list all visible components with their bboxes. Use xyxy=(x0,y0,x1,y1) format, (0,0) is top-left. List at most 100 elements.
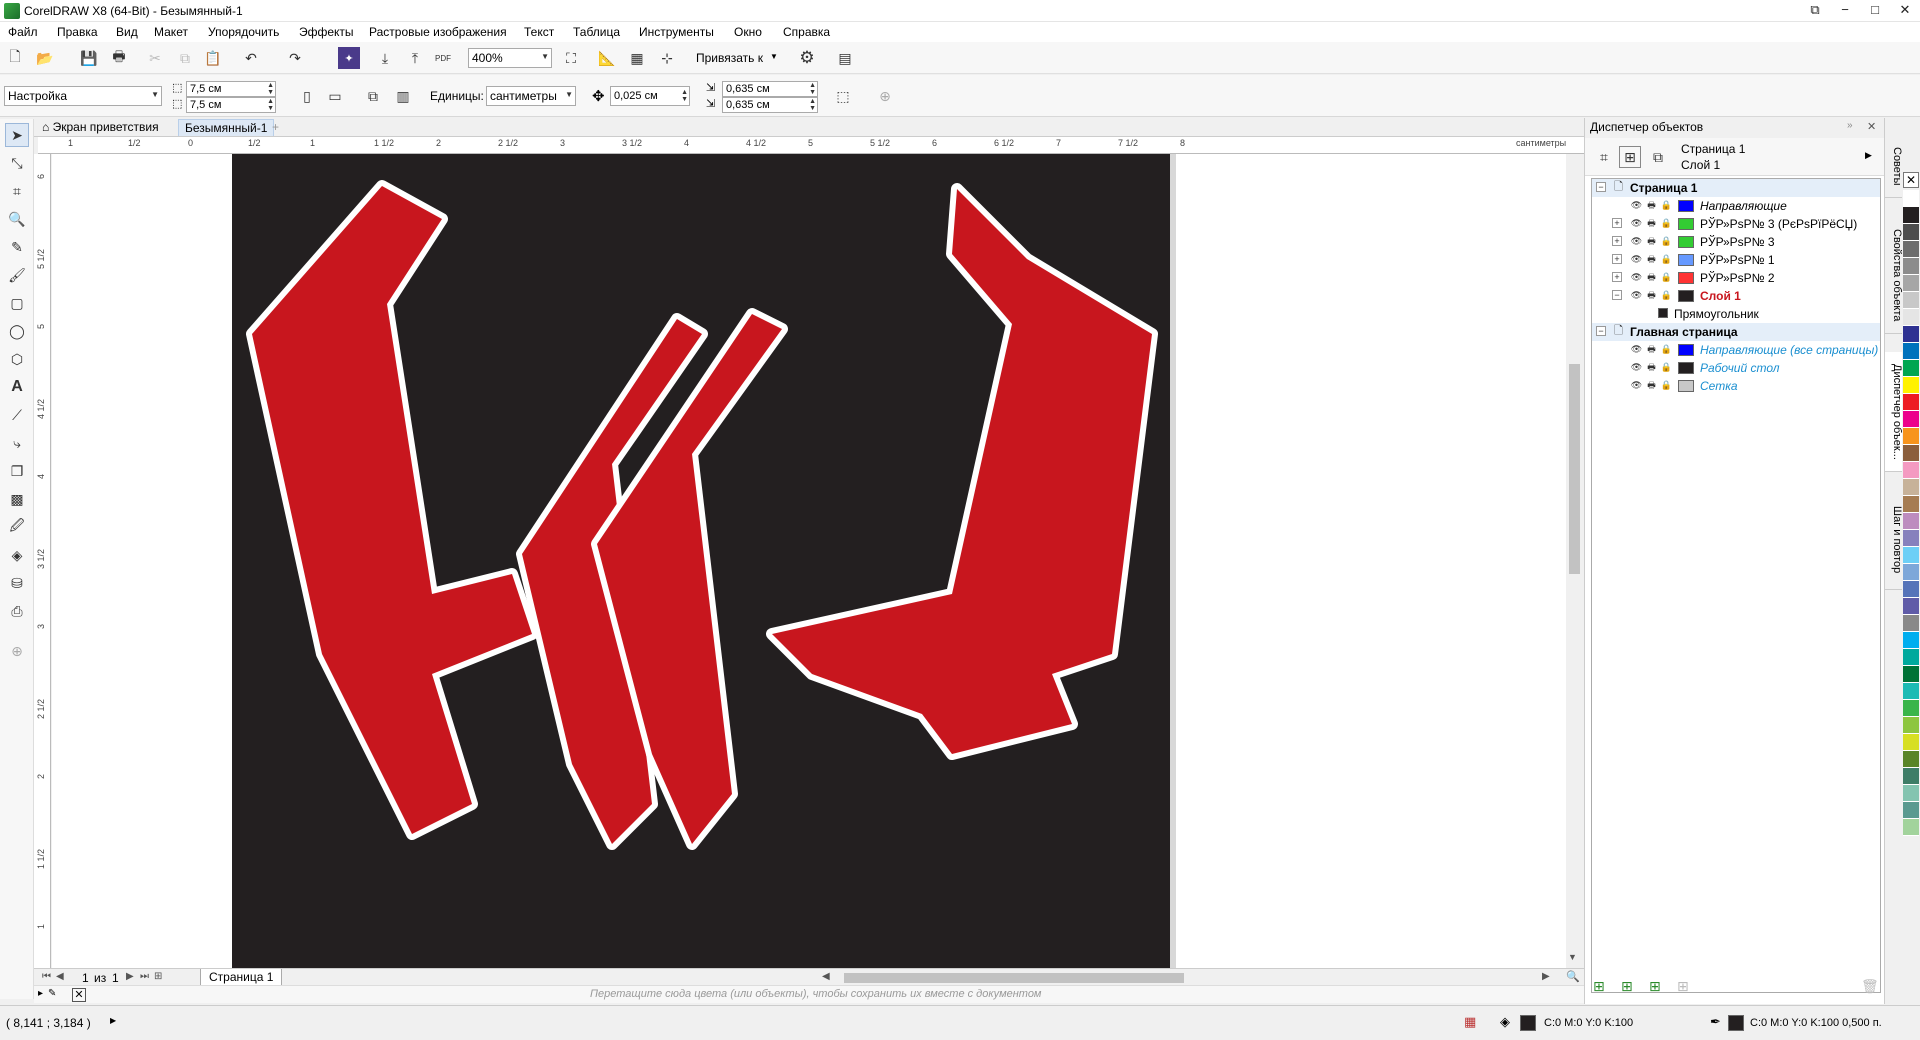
palette-swatch[interactable] xyxy=(1903,564,1919,581)
minimize-button[interactable]: − xyxy=(1830,0,1860,22)
vertical-scroll-thumb[interactable] xyxy=(1569,364,1580,574)
menu-window[interactable]: Окно xyxy=(734,25,762,39)
palette-swatch[interactable] xyxy=(1903,785,1919,802)
eye-icon[interactable]: 👁 xyxy=(1630,217,1643,230)
connector-tool-icon[interactable]: ⤷ xyxy=(5,431,29,455)
snap-to-dropdown[interactable]: Привязать к xyxy=(696,51,763,65)
lock-icon[interactable]: 🔒 xyxy=(1660,271,1673,284)
spin-arrows-icon[interactable]: ▲ ▼ xyxy=(809,98,816,112)
smart-fill-tool-icon[interactable]: ⛁ xyxy=(5,571,29,595)
palette-swatch[interactable] xyxy=(1903,394,1919,411)
palette-swatch[interactable] xyxy=(1903,666,1919,683)
collapse-icon[interactable]: − xyxy=(1596,182,1606,192)
tree-page-row[interactable]: − 🗋 Страница 1 xyxy=(1592,179,1880,197)
palette-swatch[interactable] xyxy=(1903,751,1919,768)
palette-swatch[interactable] xyxy=(1903,819,1919,836)
menu-bitmaps[interactable]: Растровые изображения xyxy=(369,25,507,39)
palette-swatch[interactable] xyxy=(1903,377,1919,394)
tree-page-row[interactable]: − 🗋 Главная страница xyxy=(1592,323,1880,341)
shape-tool-icon[interactable]: ⤡ xyxy=(5,151,29,175)
menu-layout[interactable]: Макет xyxy=(154,25,188,39)
tree-object-row[interactable]: Прямоугольник xyxy=(1592,305,1880,323)
page-width-input[interactable]: 7,5 см ▲ ▼ xyxy=(186,81,276,97)
save-icon[interactable]: 💾 xyxy=(78,47,100,69)
palette-swatch[interactable] xyxy=(1903,479,1919,496)
restore-icon[interactable]: ⧉ xyxy=(1800,0,1830,22)
tree-layer-row[interactable]: + 👁 🖶 🔒 РЎР»РѕР№ 3 xyxy=(1592,233,1880,251)
add-tab-icon[interactable]: + xyxy=(266,119,285,136)
eye-icon[interactable]: 👁 xyxy=(1630,235,1643,248)
tree-layer-row[interactable]: 👁 🖶 🔒 Направляющие xyxy=(1592,197,1880,215)
expand-icon[interactable]: + xyxy=(1612,236,1622,246)
previous-page-icon[interactable]: ◀ xyxy=(56,971,64,982)
page-height-input[interactable]: 7,5 см ▲ ▼ xyxy=(186,97,276,113)
drawing-canvas[interactable] xyxy=(52,154,1570,969)
lock-icon[interactable]: 🔒 xyxy=(1660,361,1673,374)
printer-icon[interactable]: 🖶 xyxy=(1645,271,1658,284)
spin-arrows-icon[interactable]: ▲ ▼ xyxy=(809,82,816,96)
page-tab[interactable]: Страница 1 xyxy=(200,969,283,986)
palette-swatch[interactable] xyxy=(1903,598,1919,615)
eye-icon[interactable]: 👁 xyxy=(1630,199,1643,212)
print-icon[interactable]: 🖶 xyxy=(108,47,130,69)
lock-icon[interactable]: 🔒 xyxy=(1660,217,1673,230)
palette-swatch[interactable] xyxy=(1903,632,1919,649)
copy-icon[interactable]: ⧉ xyxy=(174,47,196,69)
no-fill-swatch-icon[interactable]: ✕ xyxy=(1903,172,1919,188)
document-palette[interactable]: ▸ ✎ ✕ Перетащите сюда цвета (или объекты… xyxy=(34,985,1584,1003)
palette-swatch[interactable] xyxy=(1903,190,1919,207)
publish-pdf-icon[interactable]: PDF xyxy=(432,47,454,69)
palette-swatch[interactable] xyxy=(1903,802,1919,819)
palette-swatch[interactable] xyxy=(1903,360,1919,377)
fill-color-swatch[interactable] xyxy=(1520,1015,1536,1031)
expand-icon[interactable]: + xyxy=(1612,218,1622,228)
printer-icon[interactable]: 🖶 xyxy=(1645,289,1658,302)
menu-effects[interactable]: Эффекты xyxy=(299,25,354,39)
page-preset-combo[interactable]: Настройка ▼ xyxy=(4,86,162,106)
eye-icon[interactable]: 👁 xyxy=(1630,361,1643,374)
zoom-navigator-icon[interactable]: 🔍 xyxy=(1566,970,1580,983)
zoom-tool-icon[interactable]: 🔍 xyxy=(5,207,29,231)
expand-icon[interactable]: + xyxy=(1612,272,1622,282)
add-preset-icon[interactable]: ⊕ xyxy=(874,85,896,107)
eye-icon[interactable]: 👁 xyxy=(1630,289,1643,302)
palette-swatch[interactable] xyxy=(1903,462,1919,479)
first-page-icon[interactable]: ⏮ xyxy=(42,971,51,982)
delete-icon[interactable]: 🗑 xyxy=(1861,978,1879,995)
artwork-svg[interactable] xyxy=(52,154,1570,969)
interactive-fill-tool-icon[interactable]: ◈ xyxy=(5,543,29,567)
text-tool-icon[interactable]: A xyxy=(5,375,29,399)
lock-icon[interactable]: 🔒 xyxy=(1660,199,1673,212)
landscape-icon[interactable]: ▭ xyxy=(324,85,346,107)
lock-icon[interactable]: 🔒 xyxy=(1660,289,1673,302)
show-object-properties-icon[interactable]: ⊞ xyxy=(1619,146,1641,168)
palette-swatch[interactable] xyxy=(1903,547,1919,564)
tab-document[interactable]: Безымянный-1 xyxy=(178,119,275,136)
current-page-icon[interactable]: ▥ xyxy=(392,85,414,107)
expand-icon[interactable]: + xyxy=(1612,254,1622,264)
palette-swatch[interactable] xyxy=(1903,496,1919,513)
vertical-scrollbar[interactable]: ▼ xyxy=(1566,154,1583,969)
tree-layer-row[interactable]: − 👁 🖶 🔒 Слой 1 xyxy=(1592,287,1880,305)
docker-menu-icon[interactable]: ▶ xyxy=(1865,150,1872,161)
palette-swatch[interactable] xyxy=(1903,734,1919,751)
horizontal-scroll-thumb[interactable] xyxy=(844,973,1184,983)
tab-object-manager[interactable]: Диспетчер объек... xyxy=(1885,352,1903,472)
eye-icon[interactable]: 👁 xyxy=(1630,253,1643,266)
printer-icon[interactable]: 🖶 xyxy=(1645,343,1658,356)
ellipse-tool-icon[interactable]: ◯ xyxy=(5,319,29,343)
tab-object-properties[interactable]: Свойства объекта xyxy=(1885,218,1903,334)
maximize-button[interactable]: □ xyxy=(1860,0,1890,22)
transparency-tool-icon[interactable]: ▩ xyxy=(5,487,29,511)
crop-tool-icon[interactable]: ⌗ xyxy=(5,179,29,203)
zoom-level-combo[interactable]: 400% ▼ xyxy=(468,48,552,68)
layer-properties-icon[interactable]: ⌗ xyxy=(1593,146,1615,168)
undo-icon[interactable]: ↶ xyxy=(240,47,262,69)
artistic-media-tool-icon[interactable]: 🖌 xyxy=(5,263,29,287)
palette-swatch[interactable] xyxy=(1903,207,1919,224)
new-document-icon[interactable]: 🗋 xyxy=(4,47,26,69)
palette-swatch[interactable] xyxy=(1903,258,1919,275)
tree-layer-row[interactable]: + 👁 🖶 🔒 РЎР»РѕР№ 3 (РєРѕРїРёСЏ) xyxy=(1592,215,1880,233)
menu-edit[interactable]: Правка xyxy=(57,25,98,39)
outline-pen-tool-icon[interactable]: ⎙ xyxy=(5,599,29,623)
